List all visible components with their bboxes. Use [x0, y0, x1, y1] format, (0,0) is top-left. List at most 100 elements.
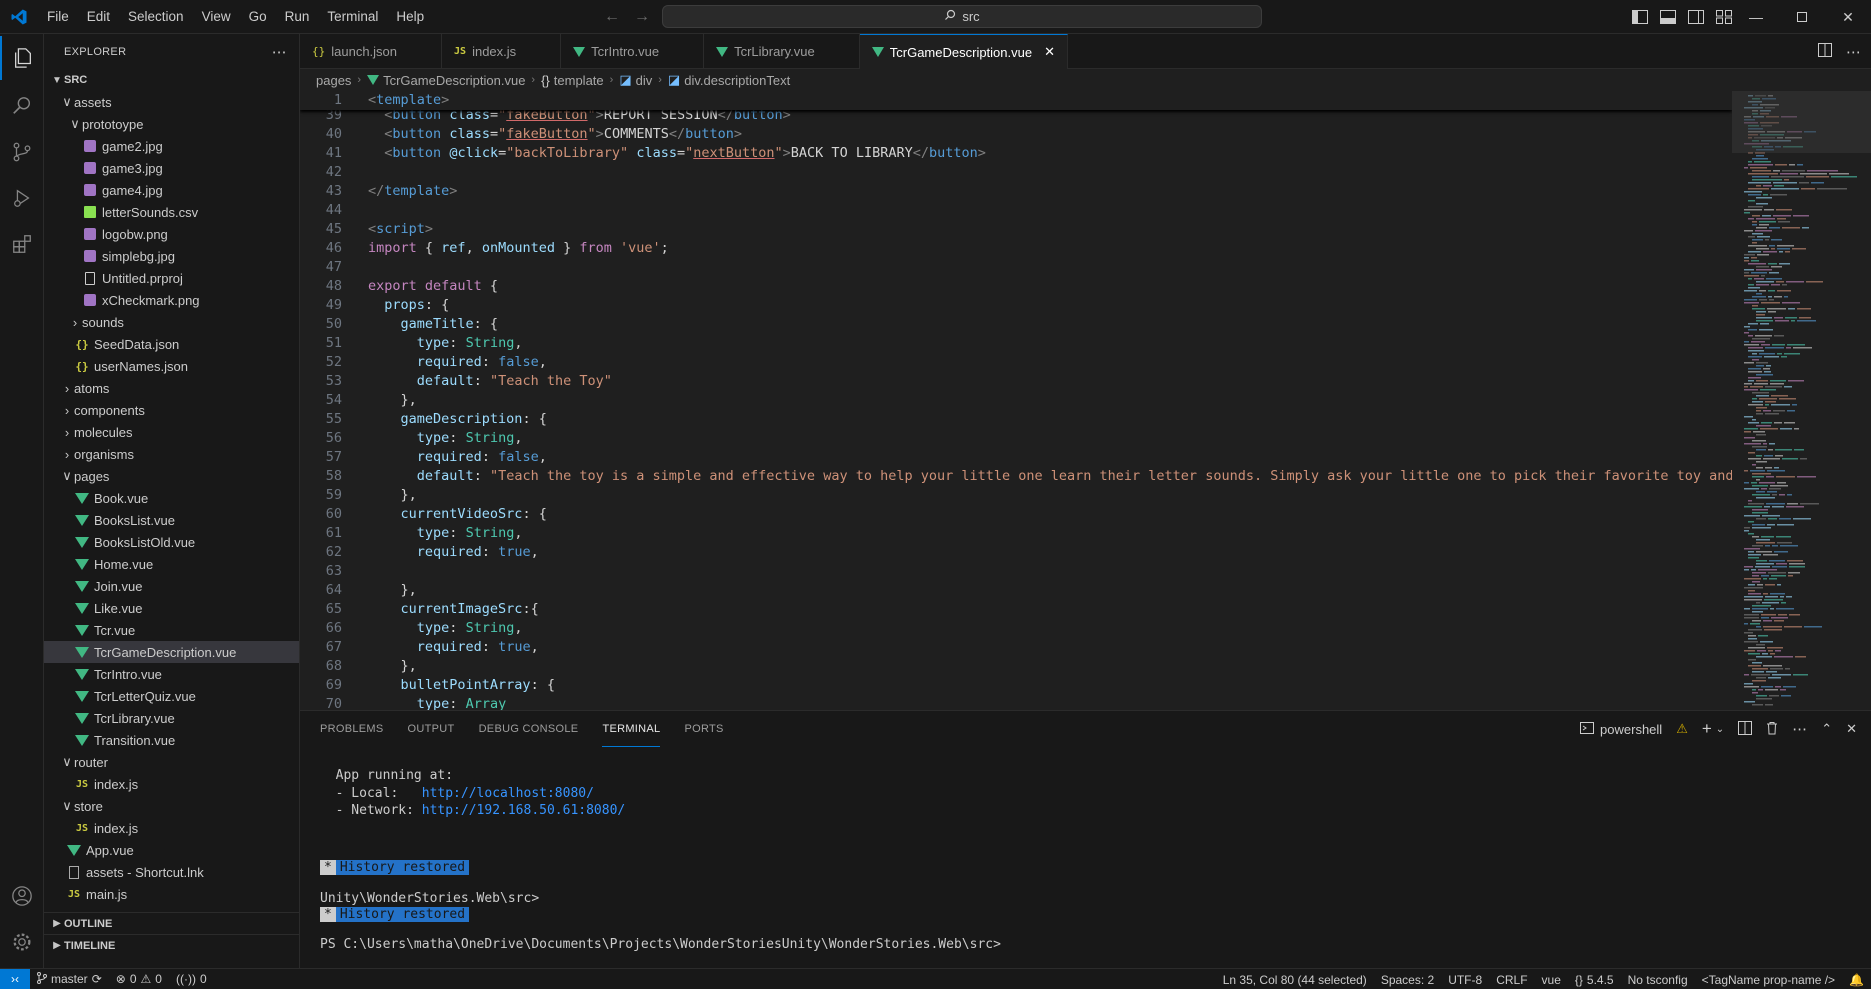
timeline-section[interactable]: ▶ TIMELINE [44, 934, 299, 956]
tree-file[interactable]: Join.vue [44, 575, 299, 597]
tree-file[interactable]: {} SeedData.json [44, 333, 299, 355]
tree-folder[interactable]: ∨ prototoype [44, 113, 299, 135]
tree-file[interactable]: TcrIntro.vue [44, 663, 299, 685]
new-terminal-icon[interactable]: + [1702, 719, 1712, 739]
manage-gear-icon[interactable] [0, 920, 44, 964]
menu-view[interactable]: View [193, 0, 240, 34]
run-debug-icon[interactable] [0, 176, 44, 220]
root-folder[interactable]: ▼ SRC [44, 69, 299, 91]
tree-file[interactable]: Like.vue [44, 597, 299, 619]
tree-file[interactable]: logobw.png [44, 223, 299, 245]
tree-file[interactable]: TcrLetterQuiz.vue [44, 685, 299, 707]
panel-tab-debug-console[interactable]: DEBUG CONSOLE [479, 711, 579, 747]
arrow-left-icon[interactable]: ← [604, 8, 620, 26]
tree-file[interactable]: Untitled.prproj [44, 267, 299, 289]
command-center-search[interactable]: src [662, 5, 1262, 28]
toggle-secondary-sidebar-icon[interactable] [1686, 7, 1706, 27]
accounts-icon[interactable] [0, 874, 44, 918]
source-control-icon[interactable] [0, 130, 44, 174]
tree-file[interactable]: JS index.js [44, 817, 299, 839]
tree-file[interactable]: simplebg.jpg [44, 245, 299, 267]
panel-tab-problems[interactable]: PROBLEMS [320, 711, 384, 747]
terminal-link[interactable]: http://localhost:8080/ [422, 786, 594, 801]
menu-go[interactable]: Go [240, 0, 276, 34]
close-panel-icon[interactable]: ✕ [1846, 721, 1857, 737]
tag-name-case[interactable]: <TagName prop-name /> [1695, 973, 1842, 987]
tree-file[interactable]: game2.jpg [44, 135, 299, 157]
minimap[interactable] [1732, 91, 1871, 710]
breadcrumb-div[interactable]: div [636, 73, 653, 88]
menu-terminal[interactable]: Terminal [318, 0, 387, 34]
close-tab-icon[interactable]: ✕ [1044, 44, 1055, 60]
explorer-icon[interactable] [0, 36, 44, 80]
panel-tab-terminal[interactable]: TERMINAL [602, 711, 661, 747]
minimap-slider[interactable] [1732, 91, 1871, 153]
tree-folder[interactable]: ∨ store [44, 795, 299, 817]
menu-edit[interactable]: Edit [78, 0, 119, 34]
tree-file[interactable]: JS main.js [44, 883, 299, 905]
arrow-right-icon[interactable]: → [634, 8, 650, 26]
ports-status[interactable]: ((·)) 0 [169, 972, 214, 986]
tree-file[interactable]: TcrGameDescription.vue [44, 641, 299, 663]
maximize-panel-icon[interactable]: ⌃ [1821, 721, 1832, 737]
tree-file[interactable]: App.vue [44, 839, 299, 861]
close-window-icon[interactable]: ✕ [1825, 0, 1871, 34]
minimize-icon[interactable]: — [1733, 0, 1779, 34]
tree-file[interactable]: BooksListOld.vue [44, 531, 299, 553]
split-editor-icon[interactable] [1818, 43, 1832, 60]
chevron-down-icon[interactable]: ⌄ [1716, 724, 1724, 735]
code-editor[interactable]: 1 <template> 39 <button class="fakeButton"… [300, 91, 1732, 710]
remote-indicator-icon[interactable]: ›‹ [0, 968, 30, 989]
tree-file[interactable]: BooksList.vue [44, 509, 299, 531]
tree-file[interactable]: {} userNames.json [44, 355, 299, 377]
tree-file[interactable]: TcrLibrary.vue [44, 707, 299, 729]
customize-layout-icon[interactable] [1714, 7, 1734, 27]
tree-file[interactable]: game4.jpg [44, 179, 299, 201]
tree-folder[interactable]: › organisms [44, 443, 299, 465]
terminal-output[interactable]: App running at: - Local: http://localhos… [320, 751, 1860, 966]
tree-folder[interactable]: ∨ assets [44, 91, 299, 113]
problems-status[interactable]: ⊗ 0 ⚠ 0 [109, 972, 169, 986]
tree-folder[interactable]: › atoms [44, 377, 299, 399]
search-icon[interactable] [0, 84, 44, 128]
version-info[interactable]: {} 5.4.5 [1568, 973, 1621, 987]
menu-file[interactable]: File [38, 0, 78, 34]
menu-selection[interactable]: Selection [119, 0, 193, 34]
editor-tab[interactable]: TcrGameDescription.vue ✕ [859, 34, 1068, 69]
extensions-icon[interactable] [0, 222, 44, 266]
tree-file[interactable]: Tcr.vue [44, 619, 299, 641]
tree-folder[interactable]: › components [44, 399, 299, 421]
language-mode[interactable]: vue [1535, 973, 1568, 987]
tree-folder[interactable]: ∨ pages [44, 465, 299, 487]
terminal-link[interactable]: http://192.168.50.61:8080/ [422, 803, 626, 818]
maximize-icon[interactable] [1779, 0, 1825, 34]
tree-folder[interactable]: › molecules [44, 421, 299, 443]
tree-file[interactable]: letterSounds.csv [44, 201, 299, 223]
tree-file[interactable]: Book.vue [44, 487, 299, 509]
notifications-icon[interactable]: 🔔 [1842, 973, 1871, 987]
tree-file[interactable]: assets - Shortcut.lnk [44, 861, 299, 883]
tree-folder[interactable]: ∨ router [44, 751, 299, 773]
toggle-panel-icon[interactable] [1658, 7, 1678, 27]
tree-file[interactable]: Home.vue [44, 553, 299, 575]
encoding[interactable]: UTF-8 [1441, 973, 1489, 987]
outline-section[interactable]: ▶ OUTLINE [44, 912, 299, 934]
git-branch[interactable]: master ⟳ [30, 971, 109, 987]
more-actions-icon[interactable]: ⋯ [1846, 43, 1861, 61]
menu-help[interactable]: Help [387, 0, 433, 34]
tree-file[interactable]: Transition.vue [44, 729, 299, 751]
toggle-primary-sidebar-icon[interactable] [1630, 7, 1650, 27]
tree-file[interactable]: xCheckmark.png [44, 289, 299, 311]
tree-file[interactable]: game3.jpg [44, 157, 299, 179]
tree-file[interactable]: JS index.js [44, 773, 299, 795]
editor-tab[interactable]: TcrLibrary.vue [704, 34, 860, 69]
trash-icon[interactable] [1766, 721, 1778, 738]
panel-tab-output[interactable]: OUTPUT [408, 711, 455, 747]
editor-tab[interactable]: JS index.js [442, 34, 562, 69]
tsconfig-status[interactable]: No tsconfig [1621, 973, 1695, 987]
end-of-line[interactable]: CRLF [1489, 973, 1534, 987]
editor-tab[interactable]: {} launch.json [300, 34, 443, 69]
indentation[interactable]: Spaces: 2 [1374, 973, 1441, 987]
editor-tab[interactable]: TcrIntro.vue [561, 34, 705, 69]
breadcrumb-div-description[interactable]: div.descriptionText [684, 73, 790, 88]
